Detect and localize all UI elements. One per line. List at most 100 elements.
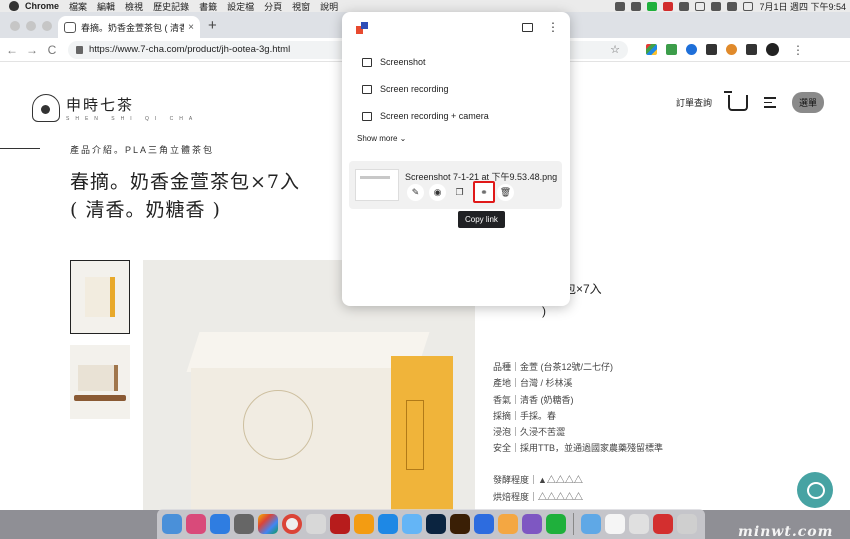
tray-app-icon[interactable] [663, 1, 674, 11]
hamburger-icon[interactable] [764, 97, 777, 108]
menu-file[interactable]: 檔案 [69, 0, 87, 13]
wifi-icon[interactable] [727, 1, 738, 11]
extension-icon[interactable] [726, 44, 737, 55]
site-header-nav: 訂單查詢 選單 [676, 90, 825, 113]
vscode-icon[interactable] [378, 514, 398, 534]
screenshot-icon [362, 57, 372, 67]
photoshop-icon[interactable] [426, 514, 446, 534]
battery-icon[interactable] [743, 1, 754, 11]
dock-app-icon[interactable] [498, 514, 518, 534]
tab-title: 春摘。奶香金萱茶包 ( 清香。奶 [81, 22, 185, 33]
document-icon[interactable] [605, 514, 625, 534]
document-icon[interactable] [629, 514, 649, 534]
zoom-window-button[interactable] [42, 21, 52, 31]
dock-app-icon[interactable] [402, 514, 422, 534]
app-store-icon[interactable] [210, 514, 230, 534]
forward-button[interactable]: → [24, 43, 40, 57]
chrome-icon[interactable] [282, 514, 302, 534]
finder-icon[interactable] [162, 514, 182, 534]
tray-app-icon[interactable] [615, 1, 626, 11]
tab-close-icon[interactable]: × [188, 22, 194, 33]
copy-icon[interactable]: ❐ [451, 184, 468, 201]
reload-button[interactable]: C [44, 43, 60, 57]
close-window-button[interactable] [10, 21, 20, 31]
menu-profiles[interactable]: 設定檔 [227, 0, 254, 13]
cart-icon[interactable] [724, 90, 749, 111]
extension-icon[interactable] [666, 44, 677, 55]
order-lookup-link[interactable]: 訂單查詢 [676, 96, 712, 109]
breadcrumb[interactable]: 產品介紹。PLA三角立體茶包 [70, 143, 214, 156]
folder-icon[interactable] [581, 514, 601, 534]
macos-menu-bar: Chrome 檔案 編輯 檢視 歷史記錄 書籤 設定檔 分頁 視窗 說明 7月1… [0, 0, 850, 12]
puzzle-icon[interactable] [746, 44, 757, 55]
menu-clock[interactable]: 7月1日 週四 下午9:54 [759, 0, 846, 13]
fermentation-rating: 發酵程度｜▲△△△△ [493, 475, 583, 485]
tab-active[interactable]: 春摘。奶香金萱茶包 ( 清香。奶 × [58, 16, 200, 38]
lock-icon[interactable] [76, 45, 83, 54]
system-preferences-icon[interactable] [234, 514, 254, 534]
tray-app-icon[interactable] [631, 1, 642, 11]
illustrator-icon[interactable] [450, 514, 470, 534]
screen-recording-camera-option[interactable]: Screen recording + camera [362, 111, 489, 121]
site-logo[interactable]: 申時七茶 SHEN SHI QI CHA [32, 94, 198, 122]
capture-thumbnail[interactable] [355, 169, 399, 201]
screenshot-tray-icon[interactable] [695, 1, 706, 11]
product-thumbnail-1[interactable] [70, 260, 130, 334]
tray-app-icon[interactable] [679, 1, 690, 11]
menu-window[interactable]: 視窗 [292, 0, 310, 13]
launchpad-icon[interactable] [186, 514, 206, 534]
minimize-window-button[interactable] [26, 21, 36, 31]
sublime-text-icon[interactable] [354, 514, 374, 534]
menu-edit[interactable]: 編輯 [97, 0, 115, 13]
menu-tab[interactable]: 分頁 [264, 0, 282, 13]
box-label [406, 400, 424, 470]
avatar[interactable] [766, 43, 779, 56]
screen-recording-option[interactable]: Screen recording [362, 84, 449, 94]
line-icon[interactable] [546, 514, 566, 534]
trash-icon[interactable] [677, 514, 697, 534]
more-options-icon[interactable]: ⋮ [547, 20, 559, 34]
extension-icon[interactable] [686, 44, 697, 55]
chat-widget-button[interactable] [797, 472, 833, 508]
apple-icon[interactable] [9, 1, 19, 11]
dock-app-icon[interactable] [306, 514, 326, 534]
site-favicon-icon [64, 21, 76, 33]
menu-bookmarks[interactable]: 書籤 [199, 0, 217, 13]
spec-row: 品種｜金萱 (台茶12號/二七仔) [493, 362, 614, 372]
copy-link-icon[interactable]: ⚭ [473, 181, 495, 203]
document-icon[interactable] [653, 514, 673, 534]
macos-dock [157, 509, 705, 539]
messenger-icon[interactable] [522, 514, 542, 534]
new-tab-button[interactable]: + [208, 17, 217, 34]
box-emblem [243, 390, 313, 460]
bluetooth-icon[interactable] [711, 1, 722, 11]
menu-history[interactable]: 歷史記錄 [153, 0, 189, 13]
extension-icon[interactable] [646, 44, 657, 55]
menu-help[interactable]: 說明 [320, 0, 338, 13]
bookmark-star-icon[interactable]: ☆ [610, 43, 620, 56]
product-specs: 品種｜金萱 (台茶12號/二七仔) 產地｜台灣 / 杉林溪 香氣｜清香 (奶糖香… [493, 359, 663, 457]
back-button[interactable]: ← [4, 43, 20, 57]
product-thumbnail-2[interactable] [70, 345, 130, 419]
delete-icon[interactable]: 🗑 [497, 184, 514, 201]
folder-icon[interactable] [522, 23, 533, 32]
tea-box-image [78, 365, 118, 391]
screenshot-extension-popup: ⋮ Screenshot Screen recording Screen rec… [342, 12, 570, 306]
filezilla-icon[interactable] [330, 514, 350, 534]
product-info-subtitle: ) [542, 304, 546, 318]
menu-app-name[interactable]: Chrome [25, 1, 59, 11]
menu-button[interactable]: 選單 [792, 92, 825, 113]
extension-icon[interactable] [706, 44, 717, 55]
show-more-button[interactable]: Show more ⌄ [357, 134, 406, 143]
page-title: 春摘。奶香金萱茶包×7入 ( 清香。奶糖香 ) [70, 168, 300, 224]
menu-view[interactable]: 檢視 [125, 0, 143, 13]
edit-icon[interactable]: ✎ [407, 184, 424, 201]
dock-app-icon[interactable] [474, 514, 494, 534]
view-icon[interactable]: ◉ [429, 184, 446, 201]
chrome-menu-icon[interactable]: ⋮ [792, 43, 804, 57]
recent-capture: Screenshot 7-1-21 at 下午9.53.48.png ✎ ◉ ❐… [349, 161, 562, 209]
photos-icon[interactable] [258, 514, 278, 534]
line-tray-icon[interactable] [647, 1, 658, 11]
screen-recording-label: Screen recording [380, 84, 449, 94]
screenshot-option[interactable]: Screenshot [362, 57, 426, 67]
